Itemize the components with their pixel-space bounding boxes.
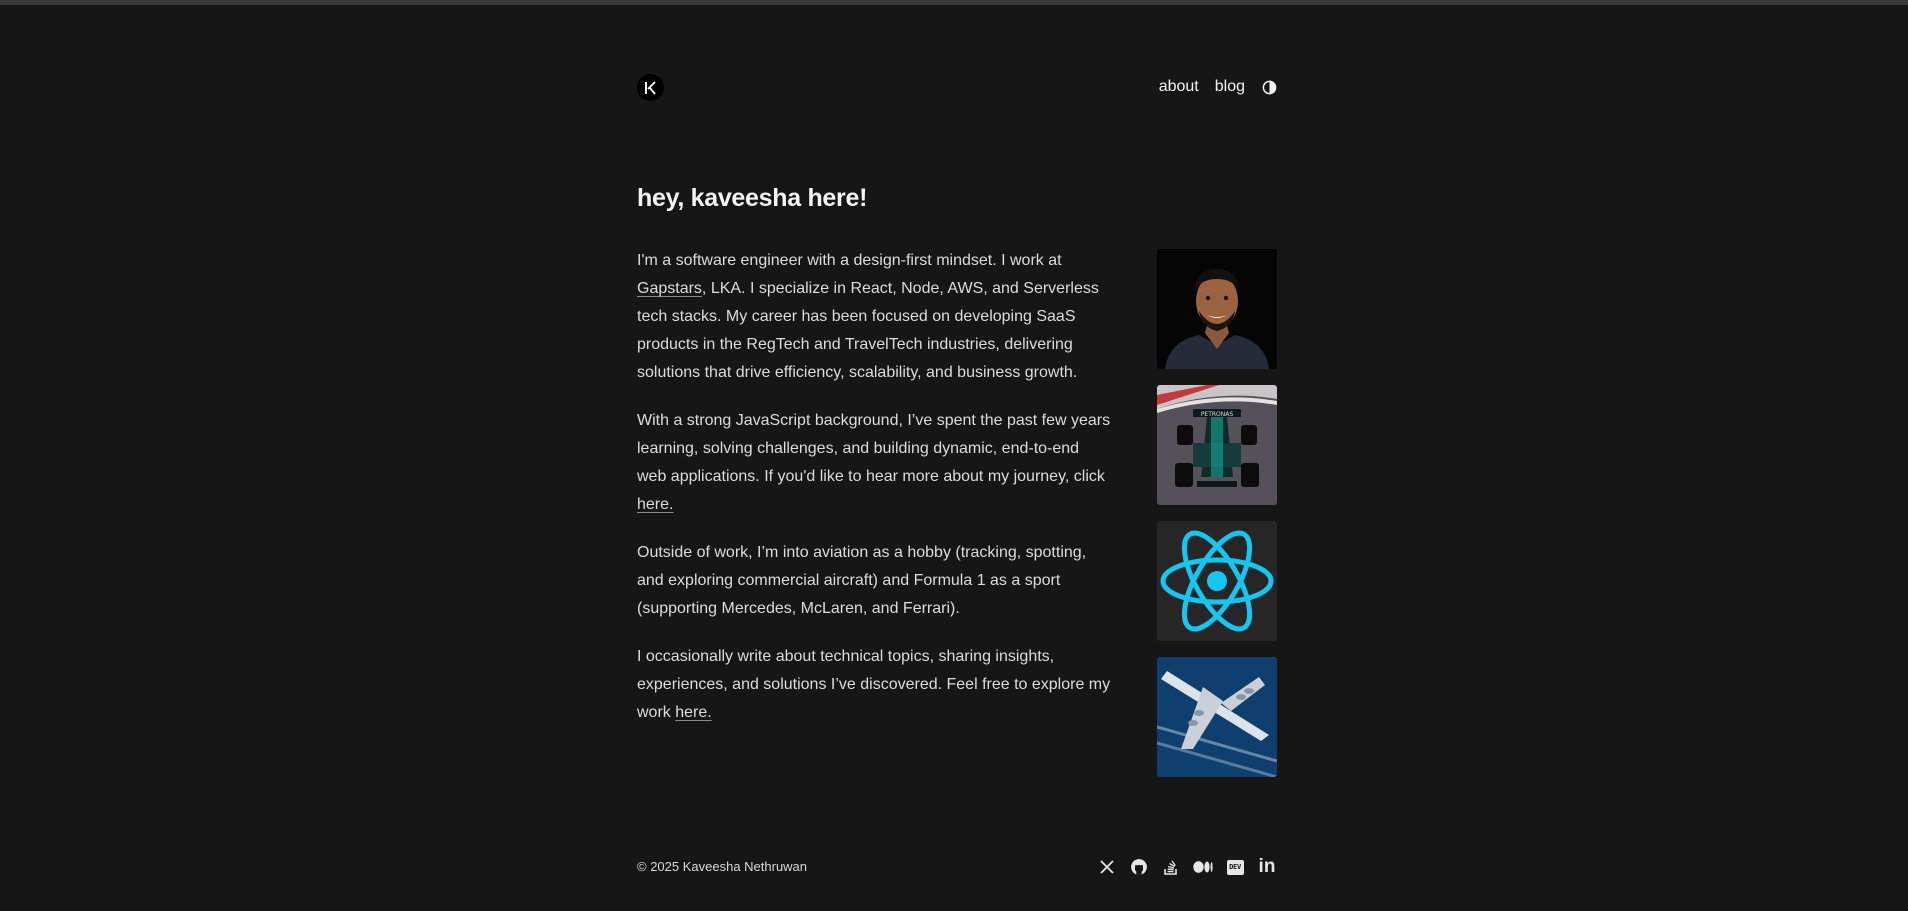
nav-about-link[interactable]: about [1159, 76, 1199, 98]
stackoverflow-icon [1164, 860, 1177, 875]
main-nav: about blog [1159, 76, 1277, 98]
copyright-text: © 2025 Kaveesha Nethruwan [637, 859, 808, 874]
site-header: about blog [637, 74, 1277, 102]
dev-link[interactable]: DEV [1225, 857, 1245, 877]
about-here-link[interactable]: here. [637, 496, 673, 513]
x-link[interactable] [1097, 857, 1117, 877]
page-container: about blog hey, kaveesha here! I'm a sof… [637, 0, 1277, 911]
stackoverflow-link[interactable] [1161, 857, 1181, 877]
medium-link[interactable] [1193, 857, 1213, 877]
nav-blog-link[interactable]: blog [1215, 76, 1245, 98]
paragraph-writing: I occasionally write about technical top… [637, 643, 1112, 727]
contrast-icon [1262, 80, 1276, 94]
theme-toggle-button[interactable] [1261, 79, 1277, 95]
dev-icon-label: DEV [1229, 863, 1241, 871]
react-logo-tile [1157, 521, 1277, 641]
image-gallery: PETRONAS [1157, 249, 1277, 793]
social-links: DEV in [1085, 857, 1277, 877]
paragraph-text: , LKA. I specialize in React, Node, AWS,… [637, 280, 1099, 381]
portrait-photo [1157, 249, 1277, 369]
gapstars-link[interactable]: Gapstars [637, 280, 702, 297]
dev-icon: DEV [1226, 859, 1244, 875]
f1-car-photo: PETRONAS [1157, 385, 1277, 505]
site-footer: © 2025 Kaveesha Nethruwan DEV in [637, 857, 1277, 877]
x-icon [1100, 860, 1114, 874]
paragraph-text: I'm a software engineer with a design-fi… [637, 252, 1062, 269]
paragraph-text: With a strong JavaScript background, I’v… [637, 412, 1111, 485]
linkedin-link[interactable]: in [1257, 857, 1277, 877]
logo-home-link[interactable] [637, 74, 664, 101]
github-icon [1131, 859, 1147, 875]
blog-here-link[interactable]: here. [675, 704, 711, 721]
linkedin-icon: in [1258, 856, 1276, 877]
logo-icon [644, 80, 656, 95]
intro-text: I'm a software engineer with a design-fi… [637, 247, 1112, 747]
paragraph-work: I'm a software engineer with a design-fi… [637, 247, 1112, 387]
react-logo-icon [1160, 530, 1274, 632]
svg-text:PETRONAS: PETRONAS [1201, 411, 1234, 418]
medium-icon [1193, 861, 1213, 873]
paragraph-background: With a strong JavaScript background, I’v… [637, 407, 1112, 519]
airplane-photo [1157, 657, 1277, 777]
paragraph-hobbies: Outside of work, I’m into aviation as a … [637, 544, 1087, 617]
page-title: hey, kaveesha here! [637, 184, 868, 212]
github-link[interactable] [1129, 857, 1149, 877]
